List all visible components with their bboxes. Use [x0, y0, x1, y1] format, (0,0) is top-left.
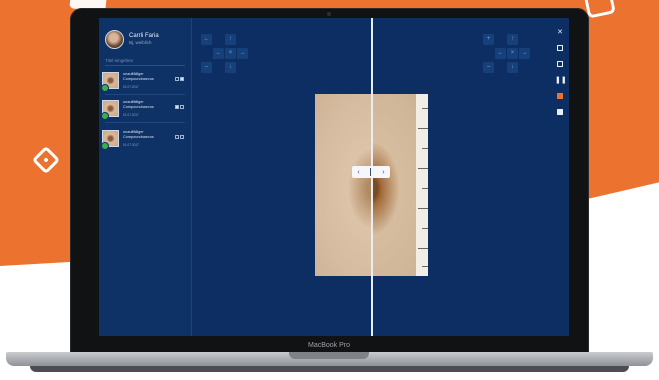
status-badge — [101, 142, 109, 150]
info-icon[interactable] — [555, 108, 565, 118]
arrow-down-icon[interactable]: ↓ — [507, 62, 518, 73]
compare-checkbox[interactable] — [175, 77, 179, 81]
arrow-down-icon[interactable]: ↓ — [225, 62, 236, 73]
arrow-up-icon[interactable]: ↑ — [507, 34, 518, 45]
split-view-icon[interactable]: ❚❚ — [555, 76, 567, 86]
list-item[interactable]: unauffälliger Compoundnaevus 01.07.2017 — [101, 98, 189, 120]
divider — [105, 94, 185, 95]
image-icon[interactable] — [555, 60, 565, 70]
close-icon[interactable]: ✕ — [555, 28, 565, 38]
arrow-right-icon[interactable]: → — [519, 48, 530, 59]
sidebar: Carrli Faria Bj, weiblich Titel eingeben… — [99, 18, 192, 336]
arrow-right-icon[interactable]: → — [237, 48, 248, 59]
camera — [327, 12, 331, 16]
status-badge — [101, 112, 109, 120]
title-filter-input[interactable]: Titel eingeben — [105, 58, 185, 66]
measurement-ruler — [416, 94, 428, 276]
user-profile[interactable]: Carrli Faria Bj, weiblich — [105, 30, 159, 49]
device-brand-label: MacBook Pro — [307, 342, 351, 349]
center-icon[interactable]: × — [507, 48, 518, 59]
plus-icon[interactable]: + — [483, 34, 494, 45]
lesion-image-before — [315, 94, 372, 276]
laptop-notch — [289, 352, 369, 359]
item-title: unauffälliger Compoundnaevus — [123, 72, 154, 81]
left-navigation-pad: ← ↑ ← × → – ↓ — [199, 32, 249, 76]
arrow-up-icon[interactable]: ↑ — [225, 34, 236, 45]
minus-icon[interactable]: – — [483, 62, 494, 73]
user-role: Bj, weiblich — [129, 40, 152, 45]
list-item[interactable]: unauffälliger Compoundnaevus 01.07.2017 — [101, 70, 189, 92]
split-handle[interactable]: ‹ › — [352, 166, 390, 178]
select-checkbox[interactable] — [180, 77, 184, 81]
center-icon[interactable]: × — [225, 48, 236, 59]
color-icon[interactable] — [555, 92, 565, 102]
chevron-left-icon: ‹ — [357, 168, 360, 176]
avatar — [105, 30, 124, 49]
arrow-left-icon[interactable]: ← — [201, 34, 212, 45]
laptop-base-shadow — [30, 366, 629, 372]
compare-checkbox[interactable] — [175, 105, 179, 109]
item-title: unauffälliger Compoundnaevus — [123, 130, 154, 139]
item-title: unauffälliger Compoundnaevus — [123, 100, 154, 109]
divider — [105, 122, 185, 123]
select-checkbox[interactable] — [180, 135, 184, 139]
user-name: Carrli Faria — [129, 33, 159, 39]
list-item[interactable]: unauffälliger Compoundnaevus 01.07.2017 — [101, 128, 189, 150]
app-screen: Carrli Faria Bj, weiblich Titel eingeben… — [99, 18, 569, 336]
right-navigation-pad: + ↑ ← × → – ↓ — [483, 32, 533, 76]
item-date: 01.07.2017 — [123, 113, 139, 117]
status-badge — [101, 84, 109, 92]
arrow-left-icon[interactable]: ← — [495, 48, 506, 59]
item-date: 01.07.2017 — [123, 85, 139, 89]
chevron-right-icon: › — [382, 168, 385, 176]
arrow-left-icon[interactable]: ← — [213, 48, 224, 59]
copy-icon[interactable] — [555, 44, 565, 54]
arrow-left-icon[interactable]: – — [201, 62, 212, 73]
select-checkbox[interactable] — [180, 105, 184, 109]
grip-icon — [370, 168, 372, 176]
compare-checkbox[interactable] — [175, 135, 179, 139]
item-date: 01.07.2017 — [123, 143, 139, 147]
